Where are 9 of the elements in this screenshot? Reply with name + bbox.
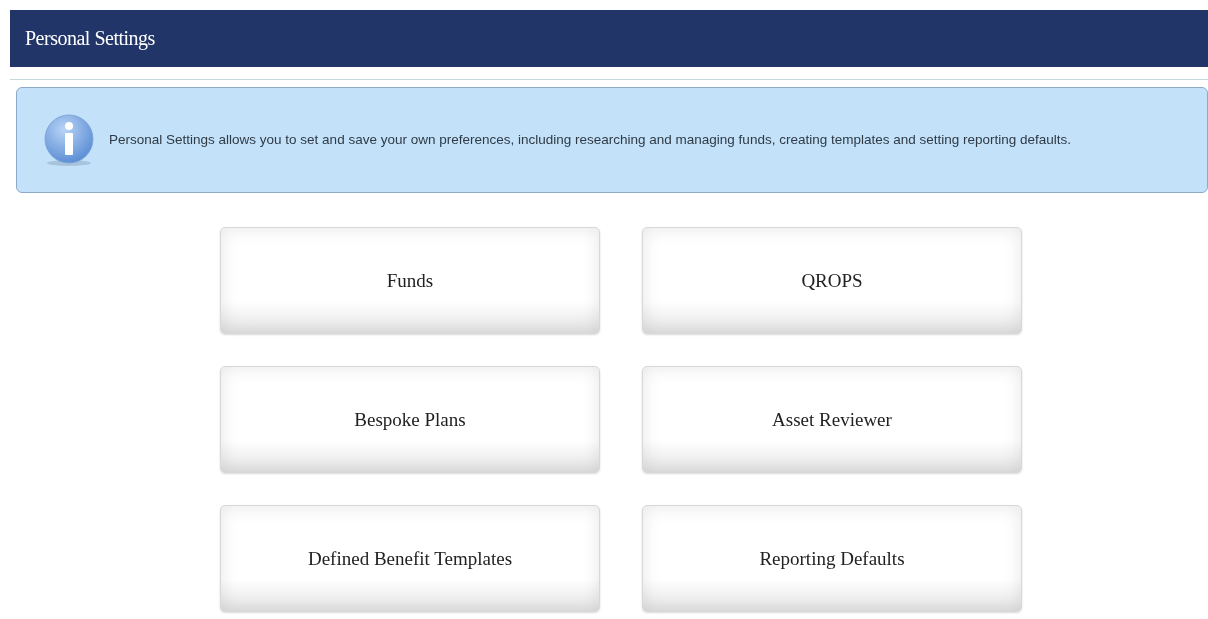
settings-tile-button[interactable]: Bespoke Plans	[220, 366, 600, 473]
settings-tile-button[interactable]: Reporting Defaults	[642, 505, 1022, 612]
settings-tile-button[interactable]: Funds	[220, 227, 600, 334]
settings-tile-button[interactable]: QROPS	[642, 227, 1022, 334]
page-title: Personal Settings	[10, 10, 1208, 67]
settings-tile-button[interactable]: Asset Reviewer	[642, 366, 1022, 473]
info-text: Personal Settings allows you to set and save your own preferences, including researching and managing funds, creating templates and setting reporting defaults.	[109, 131, 1072, 149]
info-icon	[43, 113, 95, 167]
settings-tile-button[interactable]: Defined Benefit Templates	[220, 505, 600, 612]
